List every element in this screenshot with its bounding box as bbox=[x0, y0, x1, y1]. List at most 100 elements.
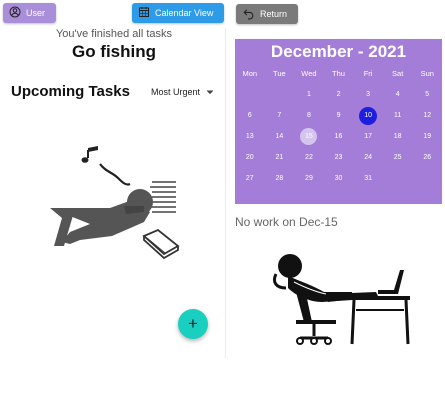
user-button[interactable]: User bbox=[3, 3, 56, 23]
calendar-view-label: Calendar View bbox=[155, 8, 214, 18]
calendar-week-row: 6 7 8 9 10 11 12 bbox=[235, 105, 442, 126]
calendar-day[interactable]: 23 bbox=[324, 147, 354, 168]
calendar-day[interactable]: 2 bbox=[324, 84, 354, 105]
calendar-day[interactable]: 24 bbox=[353, 147, 383, 168]
today-marker: 10 bbox=[359, 106, 378, 125]
day-number: 29 bbox=[305, 175, 313, 182]
day-number: 1 bbox=[306, 91, 311, 98]
calendar-day[interactable]: 13 bbox=[235, 126, 265, 147]
calendar-icon bbox=[138, 6, 150, 20]
sort-dropdown[interactable]: Most Urgent bbox=[151, 87, 214, 97]
calendar-day[interactable]: 26 bbox=[412, 147, 442, 168]
calendar-day[interactable]: 1 bbox=[294, 84, 324, 105]
weekday-label: Sat bbox=[392, 68, 404, 78]
selected-day-marker: 15 bbox=[300, 128, 318, 145]
calendar-day[interactable]: 29 bbox=[294, 168, 324, 189]
user-circle-icon bbox=[9, 6, 21, 20]
day-number: 20 bbox=[245, 154, 254, 161]
day-number: 21 bbox=[275, 154, 284, 161]
no-work-message: No work on Dec-15 bbox=[235, 215, 338, 229]
day-number: 30 bbox=[334, 175, 343, 182]
desk-person-illustration bbox=[272, 254, 410, 345]
calendar-week-row: 13 14 15 16 17 18 19 bbox=[235, 126, 442, 147]
return-button[interactable]: Return bbox=[236, 4, 298, 24]
return-button-label: Return bbox=[260, 9, 288, 19]
day-number: 16 bbox=[334, 133, 343, 140]
calendar-empty-cell bbox=[265, 84, 295, 105]
finished-message: You've finished all tasks bbox=[55, 28, 173, 40]
calendar-day[interactable]: 17 bbox=[353, 126, 383, 147]
day-number: 26 bbox=[423, 154, 432, 161]
calendar-widget: December - 2021 Mon Tue Wed Thu Fri Sat Sun 12… bbox=[235, 39, 442, 204]
calendar-day[interactable]: 8 bbox=[294, 105, 324, 126]
calendar-day[interactable]: 18 bbox=[383, 126, 413, 147]
relaxing-illustration bbox=[50, 146, 180, 260]
calendar-day[interactable]: 10 bbox=[353, 105, 383, 126]
calendar-day[interactable]: 3 bbox=[353, 84, 383, 105]
calendar-day[interactable]: 6 bbox=[235, 105, 265, 126]
day-number: 11 bbox=[394, 112, 402, 119]
day-number: 14 bbox=[275, 133, 284, 140]
calendar-day[interactable]: 14 bbox=[265, 126, 295, 147]
day-number: 13 bbox=[245, 133, 254, 140]
calendar-day[interactable]: 7 bbox=[265, 105, 295, 126]
calendar-day[interactable]: 21 bbox=[265, 147, 295, 168]
day-number: 4 bbox=[395, 91, 400, 98]
day-number: 3 bbox=[366, 91, 371, 98]
calendar-empty-cell bbox=[235, 84, 265, 105]
calendar-day[interactable]: 28 bbox=[265, 168, 295, 189]
day-number: 12 bbox=[423, 112, 432, 119]
calendar-day[interactable]: 4 bbox=[383, 84, 413, 105]
calendar-day[interactable]: 15 bbox=[294, 126, 324, 147]
day-number: 31 bbox=[364, 175, 372, 182]
day-number: 2 bbox=[336, 91, 341, 98]
calendar-day[interactable]: 31 bbox=[353, 168, 383, 189]
weekday-label: Mon bbox=[242, 68, 258, 78]
calendar-day[interactable]: 25 bbox=[383, 147, 413, 168]
day-number: 9 bbox=[336, 112, 341, 119]
calendar-week-row: 20 21 22 23 24 25 26 bbox=[235, 147, 442, 168]
day-number: 28 bbox=[275, 175, 284, 182]
weekday-label: Wed bbox=[301, 68, 317, 78]
day-number: 18 bbox=[393, 133, 402, 140]
calendar-day[interactable]: 22 bbox=[294, 147, 324, 168]
section-title: Upcoming Tasks bbox=[11, 83, 130, 100]
weekday-header: Mon Tue Wed Thu Fri Sat Sun bbox=[235, 66, 442, 80]
day-number: 25 bbox=[393, 154, 402, 161]
day-number: 27 bbox=[245, 175, 254, 182]
headline: Go fishing bbox=[71, 42, 157, 61]
day-number: 22 bbox=[305, 154, 313, 161]
sort-value: Most Urgent bbox=[151, 87, 201, 97]
calendar-empty-cell bbox=[412, 168, 442, 189]
calendar-day[interactable]: 27 bbox=[235, 168, 265, 189]
calendar-empty-cell bbox=[383, 168, 413, 189]
calendar-day[interactable]: 9 bbox=[324, 105, 354, 126]
day-number: 7 bbox=[277, 112, 282, 119]
day-number: 8 bbox=[306, 112, 311, 119]
calendar-view-button[interactable]: Calendar View bbox=[132, 3, 224, 23]
calendar-day[interactable]: 19 bbox=[412, 126, 442, 147]
calendar-week-row: 27 28 29 30 31 bbox=[235, 168, 442, 189]
calendar-week-row: 1 2 3 4 5 bbox=[235, 84, 442, 105]
calendar-title: December - 2021 bbox=[270, 42, 407, 61]
user-button-label: User bbox=[26, 8, 46, 18]
calendar-day[interactable]: 11 bbox=[383, 105, 413, 126]
calendar-day[interactable]: 20 bbox=[235, 147, 265, 168]
weekday-label: Fri bbox=[363, 68, 373, 78]
day-number: 23 bbox=[334, 154, 343, 161]
calendar-day[interactable]: 5 bbox=[412, 84, 442, 105]
day-number: 19 bbox=[423, 133, 432, 140]
calendar-day[interactable]: 16 bbox=[324, 126, 354, 147]
weekday-label: Sun bbox=[420, 68, 434, 78]
day-number: 6 bbox=[247, 112, 252, 119]
plus-icon: + bbox=[188, 314, 198, 333]
chevron-down-icon bbox=[206, 87, 214, 97]
weekday-label: Tue bbox=[273, 68, 286, 78]
calendar-day[interactable]: 12 bbox=[412, 105, 442, 126]
undo-arrow-icon bbox=[242, 7, 255, 22]
weekday-label: Thu bbox=[332, 68, 345, 78]
add-task-button[interactable]: + bbox=[178, 309, 208, 339]
day-number: 5 bbox=[425, 91, 430, 98]
calendar-day[interactable]: 30 bbox=[324, 168, 354, 189]
day-number: 17 bbox=[364, 133, 372, 140]
